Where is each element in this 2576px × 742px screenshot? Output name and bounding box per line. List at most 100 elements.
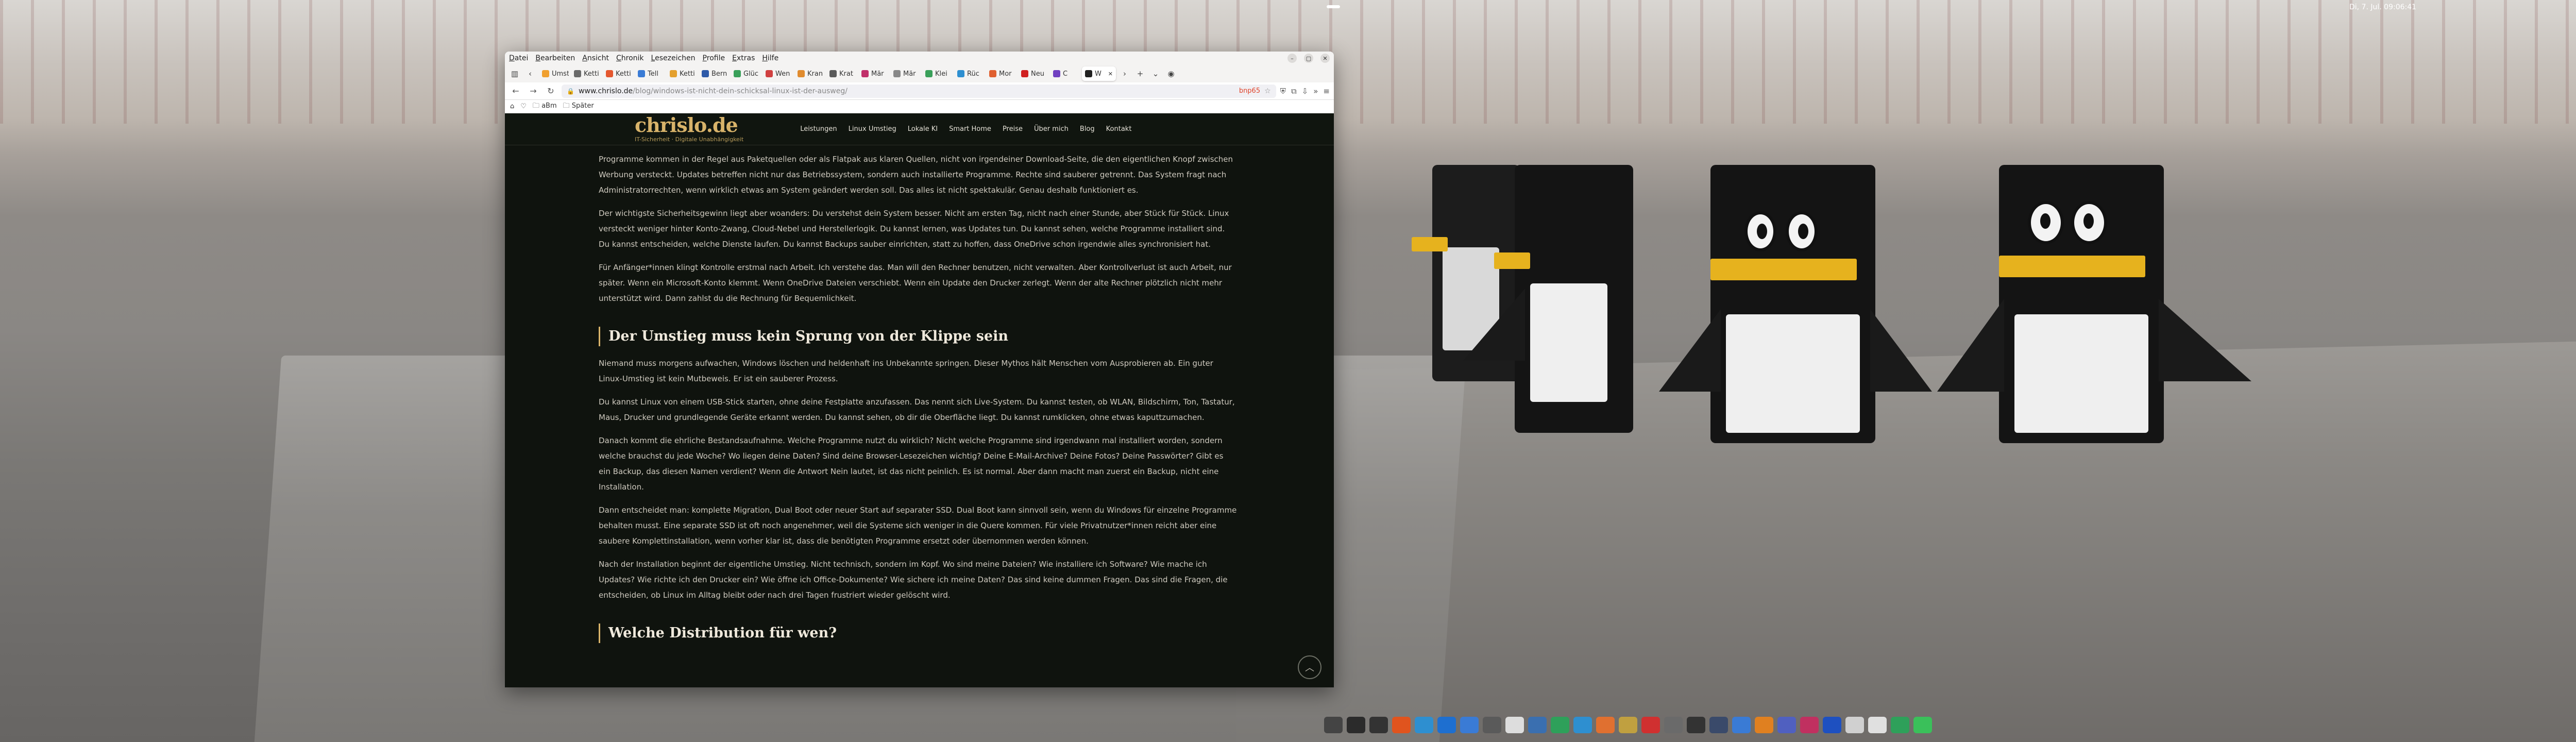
- tab-label: Glüc: [743, 70, 759, 78]
- tab-label: Rüc: [967, 70, 979, 78]
- nav-kontakt[interactable]: Kontakt: [1106, 125, 1132, 133]
- browser-tab[interactable]: Rüc: [954, 66, 984, 81]
- bookmark-heart-icon[interactable]: ♡: [520, 103, 527, 110]
- paragraph: Danach kommt die ehrliche Bestandsaufnah…: [599, 436, 1224, 492]
- sound-icon[interactable]: [1845, 717, 1864, 733]
- browser-tab[interactable]: Mär: [858, 66, 888, 81]
- browser-tab[interactable]: Klei: [922, 66, 952, 81]
- terminal-icon[interactable]: [1347, 717, 1365, 733]
- browser-tab[interactable]: Mär: [890, 66, 920, 81]
- browser-tab[interactable]: Ketti: [667, 66, 697, 81]
- star-icon[interactable]: [1913, 717, 1932, 733]
- menu-view[interactable]: Ansicht: [582, 54, 609, 62]
- nav-leistungen[interactable]: Leistungen: [800, 125, 837, 133]
- tab-scroll-left-icon[interactable]: ‹: [523, 67, 537, 80]
- menu-history[interactable]: Chronik: [616, 54, 644, 62]
- tab-favicon-icon: [1053, 70, 1060, 77]
- download-icon[interactable]: ⇩: [1302, 87, 1309, 96]
- browser-tab[interactable]: Ketti: [571, 66, 601, 81]
- browser-tab[interactable]: W ✕: [1082, 66, 1116, 81]
- nav-ueber-mich[interactable]: Über mich: [1034, 125, 1069, 133]
- tab-list-chevron-icon[interactable]: ⌄: [1149, 67, 1162, 80]
- addon-badge[interactable]: bnp65: [1239, 87, 1260, 95]
- nav-smart-home[interactable]: Smart Home: [949, 125, 991, 133]
- tab-favicon-icon: [1085, 70, 1092, 77]
- media-icon[interactable]: [1687, 717, 1705, 733]
- pdf-icon[interactable]: [1641, 717, 1660, 733]
- menu-profiles[interactable]: Profile: [703, 54, 725, 62]
- window-icon[interactable]: [1369, 717, 1388, 733]
- bookmark-folder-later[interactable]: 🗀 Später: [563, 101, 594, 112]
- minimize-button[interactable]: –: [1287, 54, 1297, 63]
- sidebar-icon[interactable]: ▥: [508, 67, 521, 80]
- monitor-icon[interactable]: [1709, 717, 1728, 733]
- archive-icon[interactable]: [1619, 717, 1637, 733]
- browser-tab[interactable]: Wen: [762, 66, 792, 81]
- nav-linux-umstieg[interactable]: Linux Umstieg: [849, 125, 896, 133]
- lock-icon[interactable]: 🔒: [567, 88, 574, 95]
- browser-tab[interactable]: Glüc: [731, 66, 760, 81]
- menu-edit[interactable]: Bearbeiten: [535, 54, 575, 62]
- firefox-icon[interactable]: [1392, 717, 1411, 733]
- bookmark-folder-abm[interactable]: 🗀 aBm: [533, 101, 557, 112]
- files-icon[interactable]: [1483, 717, 1501, 733]
- maximize-button[interactable]: ▢: [1304, 54, 1313, 63]
- tab-favicon-icon: [702, 70, 709, 77]
- shield-icon[interactable]: ⛨: [1280, 87, 1286, 96]
- spreadsheet-icon[interactable]: [1551, 717, 1569, 733]
- hamburger-menu-icon[interactable]: ≡: [1323, 87, 1330, 96]
- nav-preise[interactable]: Preise: [1003, 125, 1023, 133]
- tab-scroll-right-icon[interactable]: ›: [1118, 67, 1131, 80]
- account-icon[interactable]: ◉: [1164, 67, 1178, 80]
- browser-tab[interactable]: Krat: [826, 66, 856, 81]
- browser-tab[interactable]: Kran: [794, 66, 824, 81]
- back-icon[interactable]: ←: [509, 85, 522, 98]
- vlc-icon[interactable]: [1755, 717, 1773, 733]
- nav-blog[interactable]: Blog: [1080, 125, 1095, 133]
- gear-icon[interactable]: [1868, 717, 1887, 733]
- system-clock[interactable]: Di, 7. Jul. 09:06:41: [2349, 3, 2416, 11]
- disk-icon[interactable]: [1800, 717, 1819, 733]
- document-icon[interactable]: [1505, 717, 1524, 733]
- app-grid-icon[interactable]: [1324, 717, 1343, 733]
- browser-tab[interactable]: Umst: [539, 66, 569, 81]
- settings-icon[interactable]: [1460, 717, 1479, 733]
- browser-icon[interactable]: [1415, 717, 1433, 733]
- menu-bookmarks[interactable]: Lesezeichen: [651, 54, 696, 62]
- star-icon[interactable]: ☆: [1264, 87, 1271, 95]
- activities-indicator[interactable]: [1327, 5, 1340, 8]
- tab-label: Mor: [999, 70, 1012, 78]
- gimp-icon[interactable]: [1664, 717, 1683, 733]
- scroll-to-top-button[interactable]: ︿: [1298, 655, 1321, 679]
- ki-icon[interactable]: [1823, 717, 1841, 733]
- download-icon[interactable]: [1891, 717, 1909, 733]
- calendar-icon[interactable]: [1573, 717, 1592, 733]
- image-icon[interactable]: [1777, 717, 1796, 733]
- folder-icon[interactable]: [1528, 717, 1547, 733]
- browser-tab[interactable]: Tell: [635, 66, 665, 81]
- browser-tab[interactable]: Ketti: [603, 66, 633, 81]
- browser-tab[interactable]: C: [1050, 66, 1080, 81]
- menu-help[interactable]: Hilfe: [762, 54, 778, 62]
- chart-icon[interactable]: [1732, 717, 1751, 733]
- browser-tab[interactable]: Bern: [699, 66, 728, 81]
- browser-tab[interactable]: Mor: [986, 66, 1016, 81]
- site-logo[interactable]: chrislo.de IT-Sicherheit · Digitale Unab…: [635, 115, 743, 143]
- browser-tab[interactable]: Neu: [1018, 66, 1048, 81]
- bookmark-home-icon[interactable]: ⌂: [510, 103, 514, 110]
- tab-close-icon[interactable]: ✕: [1108, 71, 1113, 77]
- menu-tools[interactable]: Extras: [732, 54, 755, 62]
- overflow-chevron-icon[interactable]: »: [1313, 87, 1318, 96]
- reload-icon[interactable]: ↻: [544, 85, 557, 98]
- forward-icon[interactable]: →: [527, 85, 540, 98]
- nav-lokale-ki[interactable]: Lokale KI: [908, 125, 938, 133]
- thunderbird-icon[interactable]: [1437, 717, 1456, 733]
- url-bar[interactable]: 🔒 www.chrislo.de/blog/windows-ist-nicht-…: [562, 84, 1276, 98]
- menu-file[interactable]: Datei: [509, 54, 528, 62]
- close-button[interactable]: ✕: [1320, 54, 1330, 63]
- presentation-icon[interactable]: [1596, 717, 1615, 733]
- logo-title: chrislo.de: [635, 113, 738, 137]
- tab-label: Wen: [775, 70, 790, 78]
- new-tab-icon[interactable]: +: [1133, 67, 1147, 80]
- extensions-icon[interactable]: ⧉: [1291, 87, 1297, 96]
